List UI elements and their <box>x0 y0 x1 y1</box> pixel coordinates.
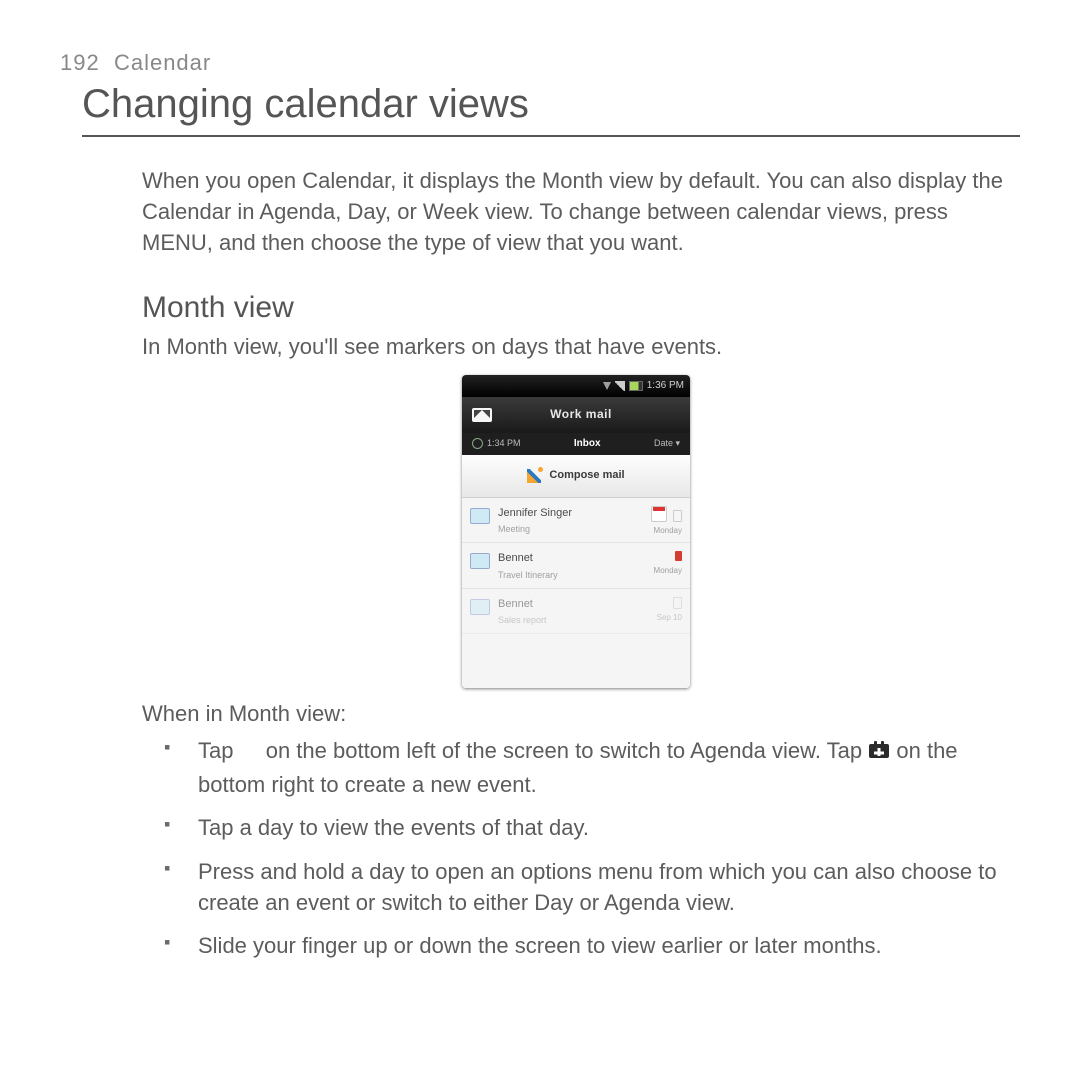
sender: Bennet <box>498 597 644 613</box>
sync-status: 1:34 PM <box>472 437 521 451</box>
calendar-badge-icon <box>651 506 667 522</box>
subject: Meeting <box>498 523 644 536</box>
bullet-text: on the bottom left of the screen to swit… <box>266 738 869 763</box>
section-line: In Month view, you'll see markers on day… <box>142 331 1010 362</box>
phone-titlebar: Work mail <box>462 397 690 433</box>
row-date: Monday <box>644 565 682 576</box>
row-date: Sep 10 <box>644 612 682 623</box>
page-number: 192 <box>60 50 100 75</box>
page-header: 192 Calendar <box>60 50 1020 76</box>
message-icon <box>470 599 490 615</box>
intro-paragraph: When you open Calendar, it displays the … <box>142 165 1010 259</box>
list-item[interactable]: Bennet Travel Itinerary Monday <box>462 543 690 588</box>
bullet-tap-day: Tap a day to view the events of that day… <box>198 812 1010 843</box>
phone-title: Work mail <box>502 406 660 423</box>
mail-list: Jennifer Singer Meeting Monday Bennet Tr… <box>462 498 690 688</box>
phone-status-bar: 1:36 PM <box>462 375 690 397</box>
compose-button[interactable]: Compose mail <box>462 455 690 498</box>
bullet-press-hold: Press and hold a day to open an options … <box>198 856 1010 918</box>
chapter-name: Calendar <box>114 50 211 75</box>
sort-label: Date ▾ <box>654 437 680 451</box>
flag-icon <box>673 510 682 522</box>
signal-icon <box>615 381 625 391</box>
battery-icon <box>629 381 643 391</box>
new-event-icon <box>868 738 890 769</box>
phone-screenshot: 1:36 PM Work mail 1:34 PM Inbox Date ▾ C… <box>462 375 690 688</box>
bullet-slide: Slide your finger up or down the screen … <box>198 930 1010 961</box>
phone-subbar: 1:34 PM Inbox Date ▾ <box>462 433 690 455</box>
flag-icon <box>675 551 682 561</box>
compose-label: Compose mail <box>549 468 624 484</box>
sender: Jennifer Singer <box>498 506 644 522</box>
sender: Bennet <box>498 551 644 567</box>
phone-clock: 1:36 PM <box>647 375 684 397</box>
sync-time: 1:34 PM <box>487 437 521 450</box>
section-heading: Month view <box>142 287 1010 330</box>
compose-icon <box>527 469 541 483</box>
list-item[interactable]: Jennifer Singer Meeting Monday <box>462 498 690 544</box>
bullet-text: Tap <box>198 738 240 763</box>
bullet-agenda-new-event: Tap on the bottom left of the screen to … <box>198 735 1010 800</box>
title-divider <box>82 135 1020 137</box>
subject: Sales report <box>498 614 644 627</box>
folder-label: Inbox <box>574 437 601 451</box>
subject: Travel Itinerary <box>498 569 644 582</box>
sync-icon <box>472 438 483 449</box>
message-icon <box>470 553 490 569</box>
mail-icon <box>472 408 492 422</box>
message-icon <box>470 508 490 524</box>
month-view-caption: When in Month view: <box>142 698 1010 729</box>
list-item[interactable]: Bennet Sales report Sep 10 <box>462 589 690 634</box>
row-date: Monday <box>644 525 682 536</box>
page-title: Changing calendar views <box>82 82 1020 127</box>
flag-icon <box>673 597 682 609</box>
download-icon <box>603 382 611 390</box>
